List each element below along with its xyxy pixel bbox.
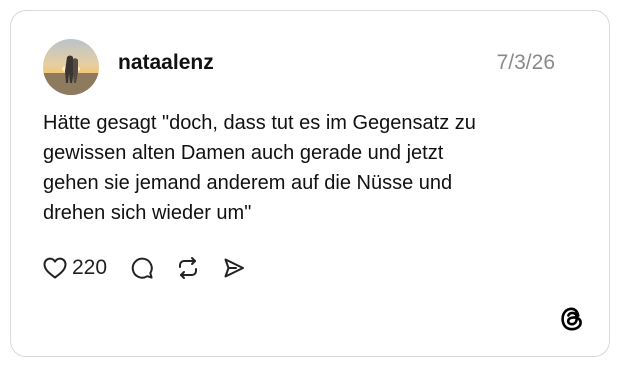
repost-arrows-icon bbox=[176, 256, 200, 280]
heart-icon bbox=[43, 257, 67, 279]
send-paper-plane-icon bbox=[222, 256, 246, 280]
action-bar: 220 bbox=[43, 253, 246, 283]
reply-button[interactable] bbox=[130, 256, 154, 280]
like-button[interactable]: 220 bbox=[43, 256, 107, 280]
like-count: 220 bbox=[72, 256, 108, 279]
share-button[interactable] bbox=[222, 256, 246, 280]
username[interactable]: nataalenz bbox=[118, 51, 214, 75]
post-card: nataalenz 7/3/26 Hätte gesagt "doch, das… bbox=[10, 10, 610, 357]
comment-bubble-icon bbox=[130, 256, 154, 280]
avatar[interactable] bbox=[43, 39, 99, 95]
post-text: Hätte gesagt "doch, dass tut es im Gegen… bbox=[43, 112, 476, 224]
repost-button[interactable] bbox=[176, 256, 200, 280]
threads-logo-icon[interactable] bbox=[559, 306, 585, 332]
post-date: 7/3/26 bbox=[496, 51, 555, 74]
